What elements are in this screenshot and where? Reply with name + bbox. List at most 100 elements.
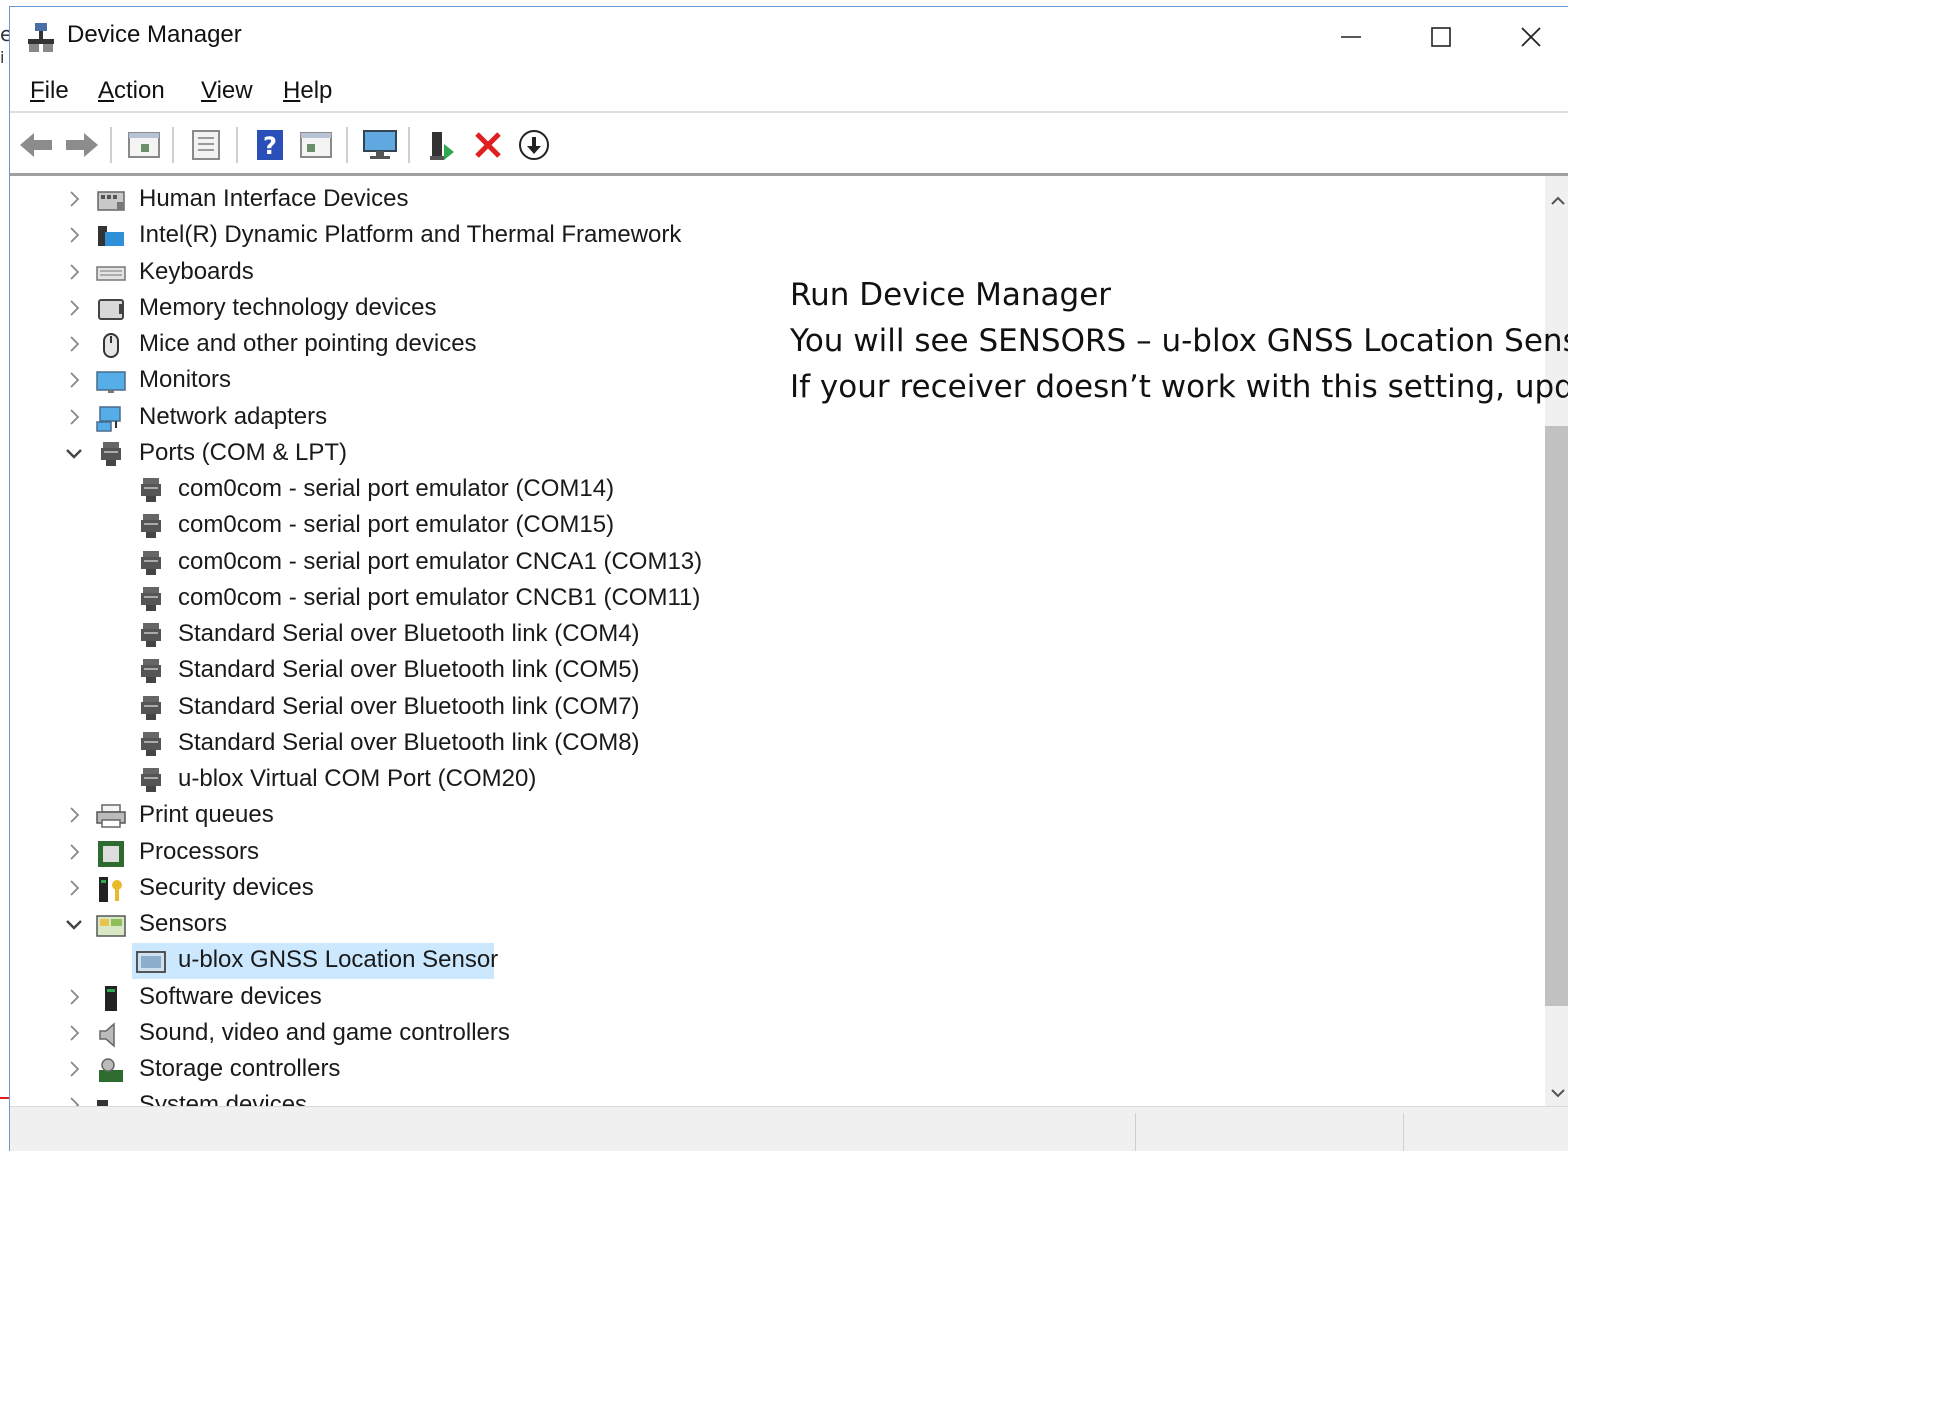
tree-category-item[interactable]: Security devices bbox=[10, 871, 1545, 907]
tree-item-label: Memory technology devices bbox=[139, 293, 437, 321]
chevron-right-icon[interactable] bbox=[62, 985, 86, 1009]
chevron-right-icon[interactable] bbox=[62, 368, 86, 392]
chevron-down-icon[interactable] bbox=[1547, 1082, 1568, 1104]
scrollbar-thumb[interactable] bbox=[1545, 426, 1568, 1006]
port-icon bbox=[141, 695, 161, 720]
delete-x-icon bbox=[475, 132, 501, 158]
tree-item-label: Standard Serial over Bluetooth link (COM… bbox=[178, 620, 640, 647]
background-edge-char: i bbox=[0, 48, 5, 67]
menu-label: iew bbox=[216, 77, 253, 104]
scan-hardware-button[interactable] bbox=[360, 125, 400, 165]
maximize-icon bbox=[1431, 27, 1451, 47]
tree-item-label: Storage controllers bbox=[139, 1055, 341, 1082]
maximize-button[interactable] bbox=[1396, 7, 1486, 67]
chevron-right-icon[interactable] bbox=[62, 1057, 86, 1081]
chevron-down-icon[interactable] bbox=[62, 912, 86, 936]
back-button[interactable] bbox=[16, 125, 56, 165]
memory-icon bbox=[98, 298, 124, 320]
close-button[interactable] bbox=[1486, 7, 1568, 67]
arrow-left-icon bbox=[20, 133, 52, 157]
tree-item-label: com0com - serial port emulator (COM14) bbox=[178, 475, 615, 502]
arrow-right-icon bbox=[66, 133, 98, 157]
tree-category-item[interactable]: System devices bbox=[10, 1088, 1545, 1106]
help-button[interactable]: ? bbox=[250, 125, 290, 165]
minimize-icon bbox=[1341, 36, 1361, 38]
tree-device-item[interactable]: Standard Serial over Bluetooth link (COM… bbox=[10, 690, 1545, 726]
menu-label: ile bbox=[44, 77, 69, 104]
tree-device-item[interactable]: Standard Serial over Bluetooth link (COM… bbox=[10, 726, 1545, 762]
help-icon: ? bbox=[257, 130, 283, 160]
tree-item-label: com0com - serial port emulator CNCA1 (CO… bbox=[178, 547, 703, 575]
tree-device-item[interactable]: Standard Serial over Bluetooth link (COM… bbox=[10, 617, 1545, 653]
port-icon bbox=[141, 768, 161, 792]
update-driver-button[interactable] bbox=[422, 125, 462, 165]
tree-item-label: System devices bbox=[139, 1091, 308, 1106]
tree-item-label: Standard Serial over Bluetooth link (COM… bbox=[178, 692, 640, 720]
tree-device-item[interactable]: com0com - serial port emulator (COM15) bbox=[10, 508, 1545, 544]
monitor-scan-icon bbox=[363, 130, 397, 159]
tree-category-item[interactable]: Print queues bbox=[10, 798, 1545, 834]
tree-category-item[interactable]: Ports (COM & LPT) bbox=[10, 436, 1545, 472]
minimize-button[interactable] bbox=[1306, 7, 1396, 67]
tree-device-item[interactable]: u-blox GNSS Location Sensor bbox=[10, 943, 1545, 980]
menu-file[interactable]: File bbox=[30, 77, 69, 105]
svg-text:?: ? bbox=[263, 132, 277, 160]
intel-icon bbox=[98, 226, 124, 247]
menu-label: ction bbox=[114, 77, 165, 104]
chevron-right-icon[interactable] bbox=[62, 803, 86, 827]
tree-item-label: Network adapters bbox=[139, 402, 328, 430]
sensor-icon bbox=[96, 915, 126, 937]
menu-action[interactable]: Action bbox=[98, 77, 165, 105]
tree-category-item[interactable]: Sound, video and game controllers bbox=[10, 1016, 1545, 1052]
close-icon bbox=[1521, 27, 1541, 47]
uninstall-device-button[interactable] bbox=[468, 125, 508, 165]
tree-device-item[interactable]: com0com - serial port emulator CNCB1 (CO… bbox=[10, 581, 1545, 617]
tree-category-item[interactable]: Software devices bbox=[10, 980, 1545, 1016]
port-icon bbox=[141, 731, 161, 756]
tree-category-item[interactable]: Human Interface Devices bbox=[10, 182, 1545, 218]
menu-view[interactable]: View bbox=[201, 77, 253, 105]
update-driver-icon bbox=[430, 132, 454, 160]
tree-category-item[interactable]: Intel(R) Dynamic Platform and Thermal Fr… bbox=[10, 218, 1545, 254]
chevron-up-icon[interactable] bbox=[1547, 190, 1568, 212]
monitor-icon bbox=[96, 371, 126, 394]
tree-category-item[interactable]: Processors bbox=[10, 835, 1545, 871]
menu-divider bbox=[10, 111, 1568, 113]
tree-device-item[interactable]: Standard Serial over Bluetooth link (COM… bbox=[10, 653, 1545, 689]
tree-device-item[interactable]: u-blox Virtual COM Port (COM20) bbox=[10, 762, 1545, 798]
chevron-right-icon[interactable] bbox=[62, 296, 86, 320]
chevron-right-icon[interactable] bbox=[62, 1093, 86, 1106]
status-divider bbox=[1403, 1113, 1404, 1151]
status-divider bbox=[1135, 1113, 1136, 1151]
chevron-right-icon[interactable] bbox=[62, 876, 86, 900]
tree-item-label: Standard Serial over Bluetooth link (COM… bbox=[178, 728, 640, 756]
chevron-right-icon[interactable] bbox=[62, 332, 86, 356]
tree-category-item[interactable]: Sensors bbox=[10, 907, 1545, 943]
enable-device-button[interactable] bbox=[514, 125, 554, 165]
port-icon bbox=[141, 550, 161, 575]
chevron-right-icon[interactable] bbox=[62, 405, 86, 429]
tree-category-item[interactable]: Storage controllers bbox=[10, 1052, 1545, 1088]
chevron-right-icon[interactable] bbox=[62, 1021, 86, 1045]
chevron-right-icon[interactable] bbox=[62, 840, 86, 864]
chevron-right-icon[interactable] bbox=[62, 223, 86, 247]
toolbar: ? bbox=[10, 115, 1568, 173]
tree-item-label: Monitors bbox=[139, 366, 232, 394]
forward-button[interactable] bbox=[62, 125, 102, 165]
chevron-right-icon[interactable] bbox=[62, 187, 86, 211]
properties-button[interactable] bbox=[186, 125, 226, 165]
action-pane-button[interactable] bbox=[296, 125, 336, 165]
tree-device-item[interactable]: com0com - serial port emulator (COM14) bbox=[10, 472, 1545, 508]
chevron-right-icon[interactable] bbox=[62, 260, 86, 284]
speaker-icon bbox=[99, 1022, 115, 1048]
title-bar[interactable]: Device Manager bbox=[10, 7, 1568, 67]
chevron-down-icon[interactable] bbox=[62, 441, 86, 465]
tree-item-label: Sensors bbox=[139, 910, 228, 937]
show-hide-console-tree-button[interactable] bbox=[124, 125, 164, 165]
hid-icon bbox=[97, 191, 125, 211]
tree-device-item[interactable]: com0com - serial port emulator CNCA1 (CO… bbox=[10, 545, 1545, 581]
port-icon bbox=[101, 441, 121, 466]
menu-help[interactable]: Help bbox=[283, 77, 332, 105]
window-title: Device Manager bbox=[67, 21, 242, 48]
tree-item-label: com0com - serial port emulator (COM15) bbox=[178, 511, 615, 539]
